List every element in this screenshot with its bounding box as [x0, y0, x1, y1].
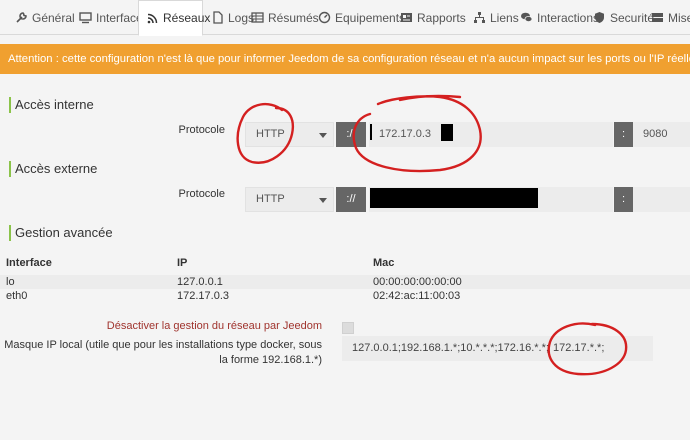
- wrench-icon: [15, 11, 28, 24]
- disable-network-management-label: Désactiver la gestion du réseau par Jeed…: [106, 320, 322, 332]
- table-row: lo 127.0.0.1 00:00:00:00:00:00: [0, 275, 690, 289]
- file-icon: [211, 11, 224, 24]
- column-header-ip: IP: [177, 257, 188, 269]
- chevron-down-icon: [319, 133, 327, 138]
- internal-address-input[interactable]: 172.17.0.3: [369, 122, 613, 147]
- section-external-access: Accès externe: [9, 161, 97, 177]
- chevron-down-icon: [319, 198, 327, 203]
- config-tabs: Général Interface Réseaux Logs Résumés E…: [0, 0, 690, 36]
- monitor-icon: [79, 11, 92, 24]
- tab-rapports[interactable]: Rapports: [393, 0, 466, 35]
- mac-cell: 00:00:00:00:00:00: [373, 276, 462, 288]
- shield-icon: [593, 11, 606, 24]
- interface-cell: eth0: [6, 290, 28, 302]
- tab-reseaux[interactable]: Réseaux: [138, 0, 210, 36]
- external-scheme-separator: ://: [336, 187, 366, 212]
- table-row: eth0 172.17.0.3 02:42:ac:11:00:03: [0, 289, 690, 303]
- redaction-block: [370, 188, 538, 208]
- ip-mask-label: Masque IP local (utile que pour les inst…: [4, 339, 322, 366]
- external-port-separator: :: [614, 187, 633, 212]
- external-protocol-select[interactable]: HTTP: [245, 187, 334, 212]
- tab-equipements[interactable]: Equipements: [311, 0, 405, 35]
- internal-port-input[interactable]: 9080: [633, 122, 690, 147]
- column-header-mac: Mac: [373, 257, 395, 269]
- newspaper-icon: [400, 11, 413, 24]
- tab-general[interactable]: Général: [8, 0, 75, 35]
- disable-network-management-checkbox[interactable]: [342, 322, 354, 334]
- tab-interface[interactable]: Interface: [72, 0, 143, 35]
- internal-scheme-separator: ://: [336, 122, 366, 147]
- tab-liens[interactable]: Liens: [466, 0, 519, 35]
- tab-mise[interactable]: Mise: [644, 0, 690, 35]
- sitemap-icon: [473, 11, 486, 24]
- server-icon: [651, 11, 664, 24]
- ip-cell: 172.17.0.3: [177, 290, 229, 302]
- tab-resumes[interactable]: Résumés: [244, 0, 319, 35]
- interface-cell: lo: [6, 276, 15, 288]
- column-header-interface: Interface: [6, 257, 52, 269]
- table-icon: [251, 11, 264, 24]
- comments-icon: [520, 11, 533, 24]
- text-cursor: [370, 124, 372, 140]
- internal-protocol-label: Protocole: [178, 124, 225, 136]
- internal-port-separator: :: [614, 122, 633, 147]
- section-internal-access: Accès interne: [9, 97, 94, 113]
- external-port-input[interactable]: [633, 187, 690, 212]
- redaction-block: [441, 124, 453, 141]
- ip-cell: 127.0.0.1: [177, 276, 223, 288]
- rss-icon: [146, 12, 159, 25]
- warning-banner: Attention : cette configuration n'est là…: [0, 44, 690, 74]
- ip-mask-input[interactable]: 127.0.0.1;192.168.1.*;10.*.*.*;172.16.*.…: [342, 336, 653, 361]
- internal-protocol-select[interactable]: HTTP: [245, 122, 334, 147]
- mac-cell: 02:42:ac:11:00:03: [373, 290, 461, 302]
- section-advanced: Gestion avancée: [9, 225, 113, 241]
- gauge-icon: [318, 11, 331, 24]
- external-protocol-label: Protocole: [178, 188, 225, 200]
